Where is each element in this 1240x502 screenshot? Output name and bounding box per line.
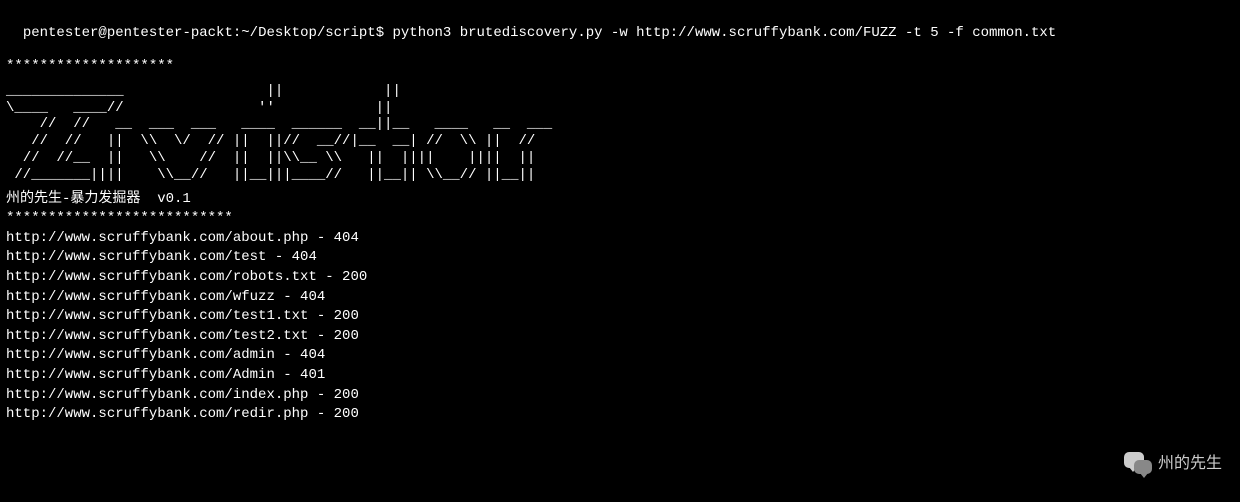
- watermark: 州的先生: [1122, 450, 1222, 478]
- results-list: http://www.scruffybank.com/about.php - 4…: [6, 229, 1234, 425]
- tool-version-line: 州的先生-暴力发掘器 v0.1: [6, 190, 1234, 210]
- result-line: http://www.scruffybank.com/robots.txt - …: [6, 268, 1234, 288]
- prompt-user-host-path: pentester@pentester-packt:~/Desktop/scri…: [23, 25, 384, 41]
- terminal-prompt-line[interactable]: pentester@pentester-packt:~/Desktop/scri…: [6, 4, 1234, 43]
- result-line: http://www.scruffybank.com/redir.php - 2…: [6, 405, 1234, 425]
- result-line: http://www.scruffybank.com/about.php - 4…: [6, 229, 1234, 249]
- result-line: http://www.scruffybank.com/Admin - 401: [6, 366, 1234, 386]
- result-line: http://www.scruffybank.com/test - 404: [6, 248, 1234, 268]
- result-line: http://www.scruffybank.com/test2.txt - 2…: [6, 327, 1234, 347]
- watermark-text: 州的先生: [1158, 453, 1222, 475]
- prompt-command: python3 brutediscovery.py -w http://www.…: [393, 25, 1057, 41]
- result-line: http://www.scruffybank.com/index.php - 2…: [6, 386, 1234, 406]
- result-line: http://www.scruffybank.com/wfuzz - 404: [6, 288, 1234, 308]
- separator-top: ********************: [6, 57, 1234, 77]
- wechat-icon: [1122, 450, 1150, 478]
- ascii-art-banner: ______________ || || \____ ____// '' || …: [6, 83, 1234, 184]
- result-line: http://www.scruffybank.com/test1.txt - 2…: [6, 307, 1234, 327]
- result-line: http://www.scruffybank.com/admin - 404: [6, 346, 1234, 366]
- separator-bottom: ***************************: [6, 209, 1234, 229]
